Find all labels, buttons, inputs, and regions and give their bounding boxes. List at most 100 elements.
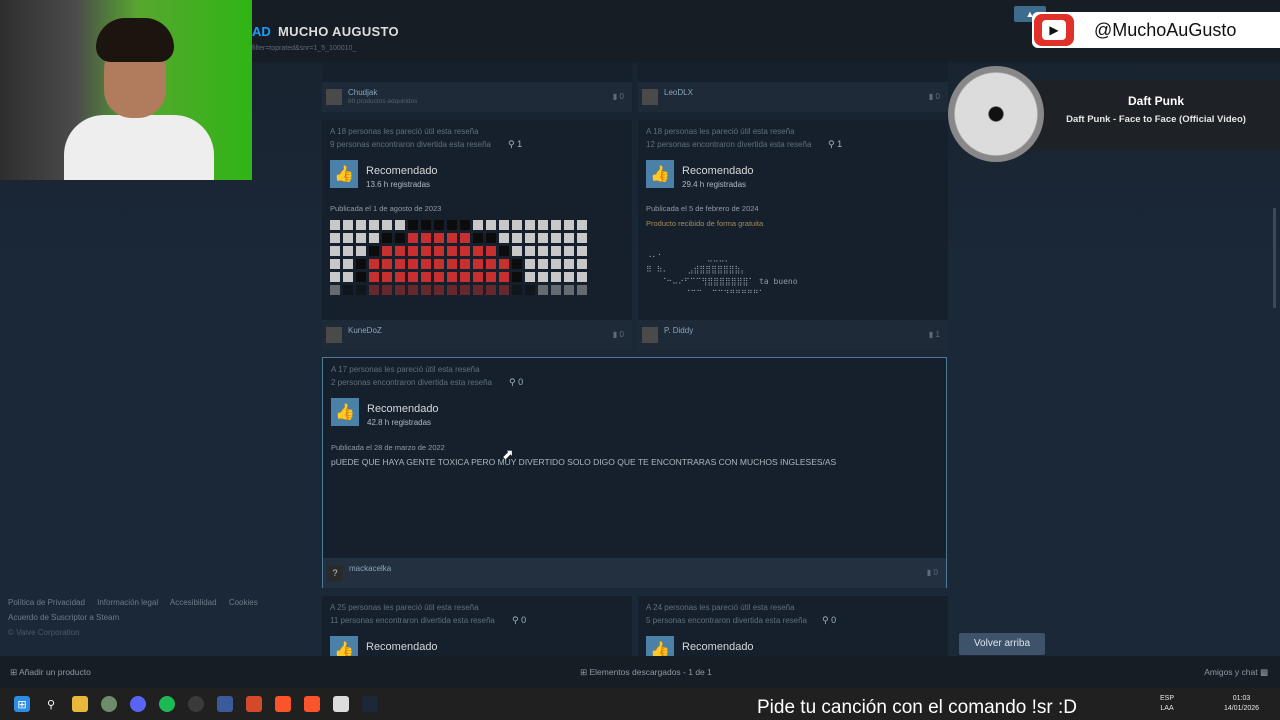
hours-played: 42.8 h registradas — [367, 418, 432, 427]
pixel-cell — [512, 233, 522, 243]
review-text: pUEDE QUE HAYA GENTE TOXICA PERO MUY DIV… — [331, 457, 837, 467]
review-card: A 25 personas les pareció útil esta rese… — [322, 596, 632, 664]
comment-count[interactable]: ▮ 0 — [929, 92, 940, 101]
pixel-cell — [538, 259, 548, 269]
recommended-label[interactable]: Recomendado — [682, 641, 754, 653]
pixel-cell — [525, 259, 535, 269]
brave-icon[interactable] — [304, 696, 320, 712]
pixel-cell — [473, 246, 483, 256]
comment-icon: ▮ — [926, 568, 934, 577]
pixel-cell — [330, 246, 340, 256]
pixel-cell — [421, 285, 431, 295]
folder-icon[interactable] — [72, 696, 88, 712]
avatar[interactable] — [326, 89, 342, 105]
pixel-cell — [330, 285, 340, 295]
pixel-cell — [434, 272, 444, 282]
windows-start-icon[interactable]: ⊞ — [14, 696, 30, 712]
pixel-cell — [538, 246, 548, 256]
pixel-cell — [538, 220, 548, 230]
avatar[interactable] — [326, 327, 342, 343]
award-count[interactable]: ⚲ 0 — [512, 615, 526, 626]
pixel-cell — [382, 246, 392, 256]
avatar[interactable]: ? — [327, 565, 343, 581]
legal-info-link[interactable]: Información legal — [97, 598, 158, 607]
app-icon[interactable] — [101, 696, 117, 712]
award-count[interactable]: ⚲ 0 — [822, 615, 836, 626]
review-author[interactable]: LeoDLX — [664, 88, 693, 97]
accessibility-link[interactable]: Accesibilidad — [170, 598, 217, 607]
review-author[interactable]: mackacelka — [349, 564, 391, 573]
funny-count: 12 personas encontraron divertida esta r… — [646, 140, 812, 149]
downloads-status[interactable]: ⊞ Elementos descargados - 1 de 1 — [580, 667, 712, 678]
review-card-highlighted[interactable]: A 17 personas les pareció útil esta rese… — [322, 357, 947, 588]
tab-community[interactable]: AD — [252, 24, 271, 39]
plus-icon: ⊞ — [10, 667, 20, 677]
recommended-label[interactable]: Recomendado — [366, 165, 438, 177]
pixel-cell — [382, 272, 392, 282]
pixel-cell — [421, 272, 431, 282]
now-playing-artist: Daft Punk — [1127, 94, 1184, 108]
review-footer: P. Diddy ▮ 1 — [638, 320, 948, 350]
pixel-cell — [408, 233, 418, 243]
streamer-body — [64, 115, 214, 180]
review-card: A 24 personas les pareció útil esta rese… — [638, 596, 948, 664]
pixel-cell — [356, 259, 366, 269]
pixel-cell — [486, 272, 496, 282]
comment-count[interactable]: ▮ 0 — [613, 92, 624, 101]
windows-taskbar: ⊞ ⚲ ESP LAA 01:03 14/01/2026 — [0, 688, 1280, 720]
pixel-cell — [382, 259, 392, 269]
pixel-cell — [460, 285, 470, 295]
review-card-top-left: Chudjak 80 productos adquiridos ▮ 0 — [322, 62, 632, 112]
now-playing-title: Daft Punk - Face to Face (Official Video… — [1066, 114, 1246, 125]
app-icon[interactable] — [217, 696, 233, 712]
pixel-cell — [382, 220, 392, 230]
privacy-link[interactable]: Política de Privacidad — [8, 598, 85, 607]
avatar[interactable] — [642, 89, 658, 105]
pixel-cell — [473, 259, 483, 269]
award-count[interactable]: ⚲ 0 — [509, 377, 523, 388]
youtube-handle: @MuchoAuGusto — [1094, 20, 1237, 40]
pixel-cell — [512, 272, 522, 282]
pixel-cell — [408, 246, 418, 256]
steam-icon[interactable] — [362, 696, 378, 712]
comment-count[interactable]: ▮ 0 — [927, 568, 938, 577]
recommended-label[interactable]: Recomendado — [682, 165, 754, 177]
review-author[interactable]: KuneDoZ — [348, 326, 382, 335]
posted-date: Publicada el 5 de febrero de 2024 — [646, 204, 759, 213]
recommended-label[interactable]: Recomendado — [367, 403, 439, 415]
back-to-top-button[interactable]: Volver arriba — [959, 633, 1045, 655]
review-author[interactable]: P. Diddy — [664, 326, 693, 335]
pixel-cell — [460, 246, 470, 256]
friends-chat-button[interactable]: Amigos y chat ▩ — [1204, 667, 1268, 678]
spotify-icon[interactable] — [159, 696, 175, 712]
album-art-disc — [948, 66, 1044, 162]
pixel-cell — [395, 285, 405, 295]
review-author[interactable]: Chudjak — [348, 88, 377, 97]
tab-username[interactable]: MUCHO AUGUSTO — [278, 24, 399, 39]
discord-icon[interactable] — [130, 696, 146, 712]
avatar[interactable] — [642, 327, 658, 343]
obs-icon[interactable] — [188, 696, 204, 712]
language-indicator[interactable]: ESP LAA — [1160, 694, 1174, 714]
subscriber-agreement-link[interactable]: Acuerdo de Suscriptor a Steam — [8, 613, 119, 622]
award-icon: ⚲ — [512, 615, 522, 625]
pixel-cell — [499, 272, 509, 282]
search-icon[interactable]: ⚲ — [43, 696, 59, 712]
recommended-label[interactable]: Recomendado — [366, 641, 438, 653]
clock[interactable]: 01:03 14/01/2026 — [1224, 694, 1259, 714]
review-footer: ? mackacelka ▮ 0 — [323, 558, 946, 588]
brave-icon[interactable] — [275, 696, 291, 712]
app-icon[interactable] — [246, 696, 262, 712]
pixel-cell — [577, 220, 587, 230]
pixel-cell — [473, 220, 483, 230]
award-count[interactable]: ⚲ 1 — [828, 139, 842, 150]
cookies-link[interactable]: Cookies — [229, 598, 258, 607]
helpful-count: A 18 personas les pareció útil esta rese… — [646, 127, 795, 136]
comment-count[interactable]: ▮ 1 — [929, 330, 940, 339]
award-count[interactable]: ⚲ 1 — [508, 139, 522, 150]
youtube-icon: ▶ — [1034, 14, 1074, 46]
comment-count[interactable]: ▮ 0 — [613, 330, 624, 339]
file-icon[interactable] — [333, 696, 349, 712]
add-product-button[interactable]: ⊞ Añadir un producto — [10, 667, 91, 678]
scrollbar[interactable] — [1273, 208, 1276, 308]
